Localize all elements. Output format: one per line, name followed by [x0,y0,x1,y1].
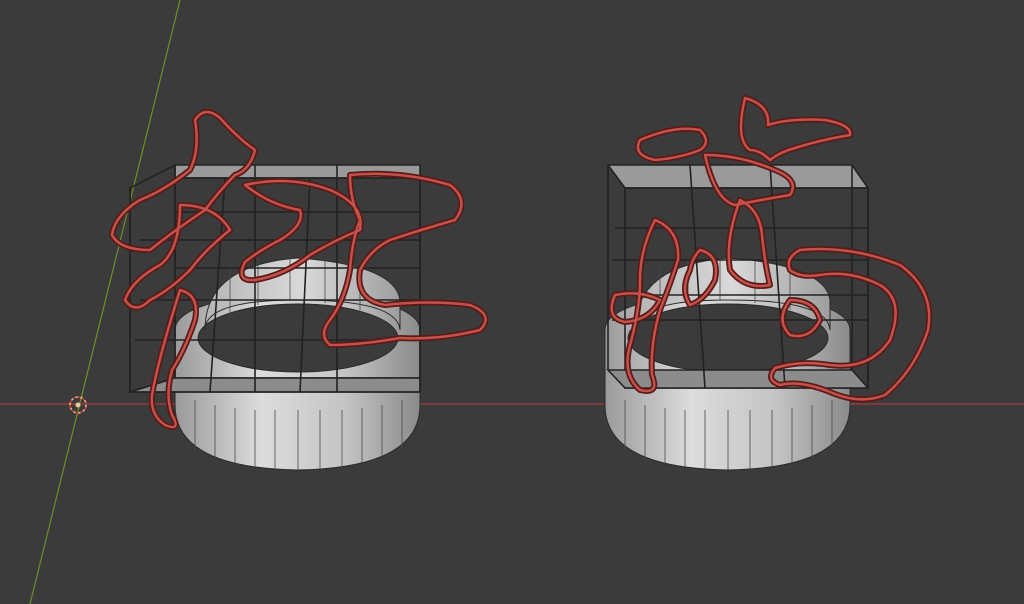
object-left-ring[interactable] [109,109,489,471]
3d-viewport[interactable] [0,0,1024,604]
y-axis-line [29,0,181,604]
ring-hole [197,303,399,373]
object-right-ring[interactable] [604,95,933,471]
viewport-scene[interactable] [0,0,1024,604]
